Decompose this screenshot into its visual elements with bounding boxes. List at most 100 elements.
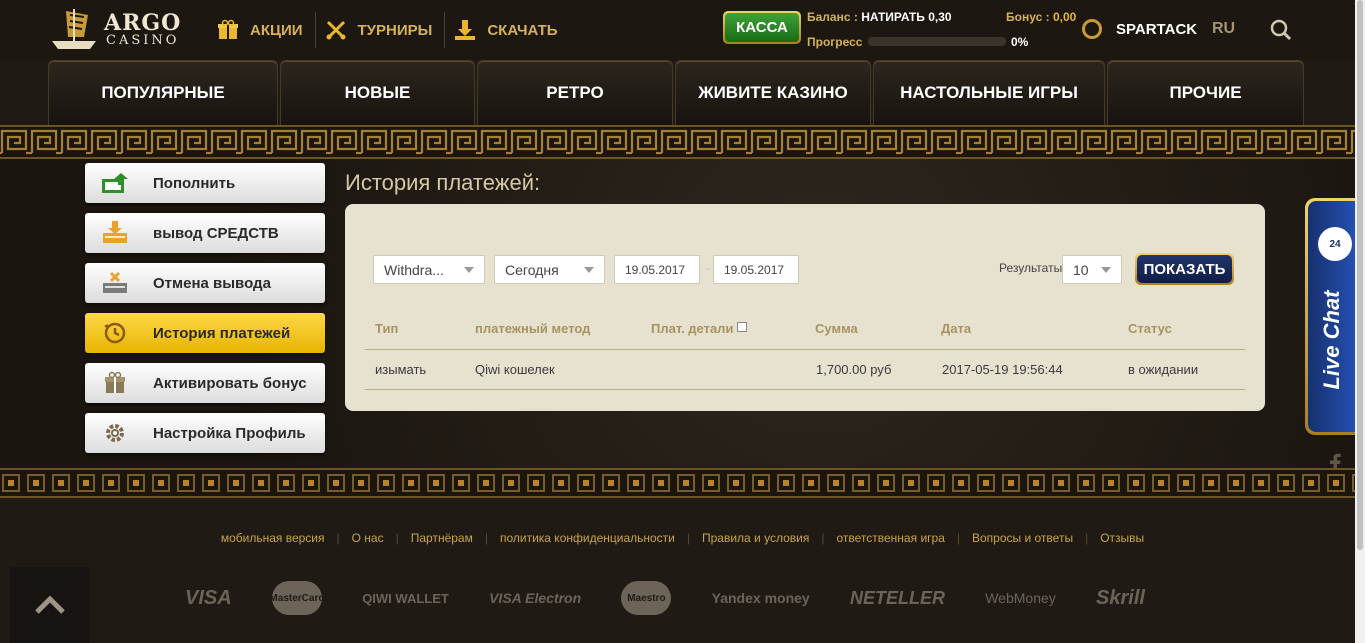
nav-promotions[interactable]: АКЦИИ — [208, 12, 315, 48]
live-chat-button[interactable]: 24 Live Chat — [1305, 198, 1355, 435]
phone-24-icon: 24 — [1318, 227, 1352, 261]
sidebar-item-withdraw[interactable]: вывод СРЕДСТВ — [85, 213, 325, 253]
mastercard-logo: MasterCard — [269, 581, 324, 615]
cell-date: 2017-05-19 19:56:44 — [942, 362, 1063, 377]
show-button-label: ПОКАЗАТЬ — [1137, 255, 1232, 283]
user-menu[interactable]: SPARTACK — [1082, 19, 1197, 39]
chevron-down-icon — [1101, 267, 1111, 273]
tab-retro[interactable]: РЕТРО — [477, 60, 673, 125]
language-selector[interactable]: RU — [1212, 20, 1235, 38]
live-chat-label: Live Chat — [1318, 290, 1344, 390]
qiwi-wallet-logo: QIWI WALLET — [362, 590, 449, 606]
cashier-button[interactable]: КАССА — [723, 11, 801, 44]
bonus-value: 0,00 — [1052, 10, 1077, 24]
bonus-display: Бонус : 0,00 — [1006, 10, 1076, 24]
visa-electron-logo: VISA Electron — [489, 590, 582, 606]
visa-logo: VISA — [185, 586, 232, 609]
payment-methods: VISA MasterCard QIWI WALLET VISA Electro… — [185, 578, 1145, 618]
gift-icon — [100, 370, 130, 396]
header: ARGO CASINO АКЦИИ ТУРНИРЫ СКАЧАТЬ КАССА … — [0, 0, 1365, 60]
sidebar-item-profile-settings[interactable]: Настройка Профиль — [85, 413, 325, 453]
account-sidebar: Пополнить вывод СРЕДСТВ Отмена вывода Ис… — [85, 163, 325, 463]
tab-popular[interactable]: ПОПУЛЯРНЫЕ — [48, 60, 278, 125]
logo-title: ARGO — [104, 9, 182, 36]
top-navigation: АКЦИИ ТУРНИРЫ СКАЧАТЬ — [208, 12, 570, 48]
balance-display: Баланс : НАТИРАТЬ 0,30 — [807, 10, 952, 24]
table-header: Тип платежный метод Плат. детали Сумма Д… — [365, 314, 1245, 350]
column-details-label: Плат. детали — [651, 321, 734, 336]
sidebar-item-cancel-withdraw[interactable]: Отмена вывода — [85, 263, 325, 303]
ship-logo-icon — [52, 9, 96, 49]
footer-link-reviews[interactable]: Отзывы — [1088, 531, 1156, 545]
scroll-to-top-button[interactable] — [10, 567, 89, 643]
nav-promotions-label: АКЦИИ — [250, 21, 303, 39]
column-method: платежный метод — [475, 321, 591, 336]
gear-icon — [100, 420, 130, 446]
sidebar-item-activate-bonus[interactable]: Активировать бонус — [85, 363, 325, 403]
nav-tournaments-label: ТУРНИРЫ — [357, 21, 433, 39]
footer-link-faq[interactable]: Вопросы и ответы — [960, 531, 1085, 545]
cell-status: в ожидании — [1128, 362, 1199, 377]
footer-link-partners[interactable]: Партнёрам — [399, 531, 485, 545]
footer: мобильная версия | О нас | Партнёрам | поли… — [0, 498, 1365, 643]
page-title: История платежей: — [345, 170, 541, 195]
sidebar-item-label: Отмена вывода — [153, 274, 271, 292]
scrollbar-thumb[interactable] — [1357, 0, 1363, 550]
details-checkbox[interactable] — [737, 322, 748, 332]
cancel-withdraw-icon — [100, 270, 130, 296]
sidebar-item-deposit[interactable]: Пополнить — [85, 163, 325, 203]
category-tabs: ПОПУЛЯРНЫЕ НОВЫЕ РЕТРО ЖИВИТЕ КАЗИНО НАС… — [48, 60, 1306, 125]
progress-value: 0% — [1011, 35, 1029, 49]
footer-link-privacy[interactable]: политика конфиденциальности — [488, 531, 687, 545]
tab-other[interactable]: ПРОЧИЕ — [1107, 60, 1304, 125]
date-from-input[interactable]: 19.05.2017 — [614, 255, 700, 284]
footer-link-mobile[interactable]: мобильная версия — [209, 531, 337, 545]
tab-live-casino[interactable]: ЖИВИТЕ КАЗИНО — [675, 60, 871, 125]
footer-link-terms[interactable]: Правила и условия — [690, 531, 821, 545]
nav-tournaments[interactable]: ТУРНИРЫ — [316, 12, 445, 48]
chevron-down-icon — [584, 267, 594, 273]
download-icon — [453, 18, 477, 42]
table-row: изымать Qiwi кошелек 1,700.00 руб 2017-0… — [365, 350, 1245, 390]
greek-border-bottom — [0, 468, 1365, 498]
deposit-icon — [100, 170, 130, 196]
tab-table-games[interactable]: НАСТОЛЬНЫЕ ИГРЫ — [873, 60, 1105, 125]
results-label: Результаты: — [999, 261, 1066, 275]
bonus-label: Бонус : — [1006, 10, 1050, 24]
column-amount: Сумма — [815, 321, 858, 336]
chevron-down-icon — [464, 267, 474, 273]
greek-key-pattern — [0, 470, 1365, 496]
sidebar-item-label: История платежей — [153, 324, 291, 342]
column-details: Плат. детали — [651, 321, 748, 336]
search-icon[interactable] — [1270, 19, 1292, 41]
neteller-logo: NETELLER — [849, 587, 945, 608]
column-type: Тип — [375, 321, 399, 336]
progress-bar — [868, 37, 1006, 46]
crossed-swords-icon — [324, 18, 348, 42]
footer-link-about[interactable]: О нас — [340, 531, 396, 545]
nav-download-label: СКАЧАТЬ — [487, 21, 558, 39]
sidebar-item-label: вывод СРЕДСТВ — [153, 224, 279, 242]
transaction-type-value: Withdra... — [384, 261, 444, 278]
period-select[interactable]: Сегодня — [494, 255, 605, 284]
transaction-type-select[interactable]: Withdra... — [373, 255, 485, 284]
page-scrollbar[interactable] — [1355, 0, 1365, 643]
results-per-page-select[interactable]: 10 — [1062, 255, 1122, 284]
logo[interactable]: ARGO CASINO — [48, 4, 198, 54]
cell-method: Qiwi кошелек — [475, 362, 555, 377]
footer-link-responsible-gaming[interactable]: ответственная игра — [824, 531, 956, 545]
tab-new[interactable]: НОВЫЕ — [280, 60, 475, 125]
cell-amount: 1,700.00 руб — [816, 362, 892, 377]
level-ring-icon — [1082, 19, 1102, 39]
date-separator: - — [706, 261, 710, 275]
show-button[interactable]: ПОКАЗАТЬ — [1135, 253, 1234, 285]
sidebar-item-payment-history[interactable]: История платежей — [85, 313, 325, 353]
date-to-input[interactable]: 19.05.2017 — [713, 255, 799, 284]
footer-links: мобильная версия | О нас | Партнёрам | поли… — [0, 531, 1365, 545]
nav-download[interactable]: СКАЧАТЬ — [445, 12, 569, 48]
balance-value: НАТИРАТЬ 0,30 — [861, 10, 952, 24]
balance-label: Баланс : — [807, 10, 858, 24]
progress-label: Прогресс — [807, 35, 863, 49]
sidebar-item-label: Настройка Профиль — [153, 424, 306, 442]
history-icon — [100, 320, 130, 346]
